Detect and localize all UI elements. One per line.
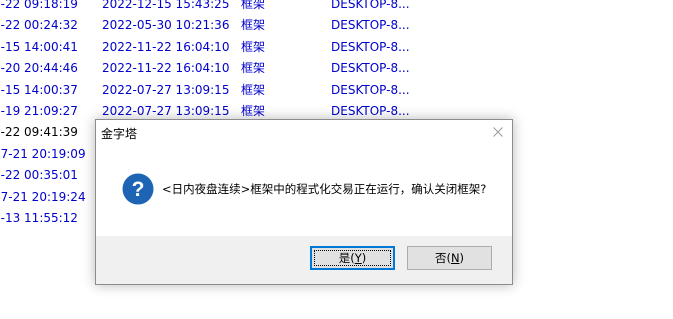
start-time-cell: 2-22 09:18:19 (0, 0, 78, 11)
type-cell: 框架 (241, 39, 266, 54)
confirm-dialog: 金字塔 ? <日内夜盘连续>框架中的程式化交易正在运行，确认关闭框架? 是(Y)… (95, 119, 513, 285)
host-cell: DESKTOP-8... (331, 18, 410, 33)
dialog-titlebar[interactable]: 金字塔 (96, 120, 512, 146)
question-icon: ? (122, 173, 154, 205)
yes-button[interactable]: 是(Y) (310, 246, 395, 270)
end-time-cell: 2022-07-27 13:09:15 (102, 104, 230, 118)
no-button[interactable]: 否(N) (407, 246, 492, 270)
no-button-hotkey: N (450, 251, 460, 265)
host-cell: DESKTOP-8... (331, 0, 410, 11)
type-cell: 框架 (241, 61, 266, 76)
type-cell: 框架 (241, 104, 266, 118)
end-time-cell: 2022-07-27 13:09:15 (102, 82, 230, 97)
svg-text:?: ? (132, 178, 145, 201)
start-time-cell: 07-21 20:19:24 (0, 189, 86, 204)
start-time-cell: 2-22 09:41:39 (0, 125, 78, 140)
host-cell: DESKTOP-8... (331, 61, 410, 76)
no-button-label: 否 (434, 251, 447, 265)
dialog-title: 金字塔 (101, 127, 138, 141)
start-time-cell: 2-22 00:24:32 (0, 18, 78, 33)
type-cell: 框架 (241, 0, 266, 11)
start-time-cell: 2-20 20:44:46 (0, 61, 78, 76)
host-cell: DESKTOP-8... (331, 82, 410, 97)
type-cell: 框架 (241, 82, 266, 97)
start-time-cell: 2-15 14:00:41 (0, 39, 78, 54)
end-time-cell: 2022-05-30 10:21:36 (102, 18, 230, 33)
end-time-cell: 2022-11-22 16:04:10 (102, 61, 230, 76)
focus-ring (314, 250, 391, 266)
end-time-cell: 2022-12-15 15:43:25 (102, 0, 230, 11)
dialog-footer: 是(Y) 否(N) (96, 236, 512, 284)
end-time-cell: 2022-11-22 16:04:10 (102, 39, 230, 54)
start-time-cell: 2-22 00:35:01 (0, 168, 78, 183)
host-cell: DESKTOP-8... (331, 104, 410, 118)
start-time-cell: 2-13 11:55:12 (0, 211, 78, 225)
close-button[interactable] (484, 120, 512, 146)
host-cell: DESKTOP-8... (331, 39, 410, 54)
close-icon (493, 127, 503, 137)
dialog-message: <日内夜盘连续>框架中的程式化交易正在运行，确认关闭框架? (162, 182, 487, 196)
type-cell: 框架 (241, 18, 266, 33)
start-time-cell: 2-15 14:00:37 (0, 82, 78, 97)
start-time-cell: 2-19 21:09:27 (0, 104, 78, 118)
start-time-cell: 07-21 20:19:09 (0, 146, 86, 161)
